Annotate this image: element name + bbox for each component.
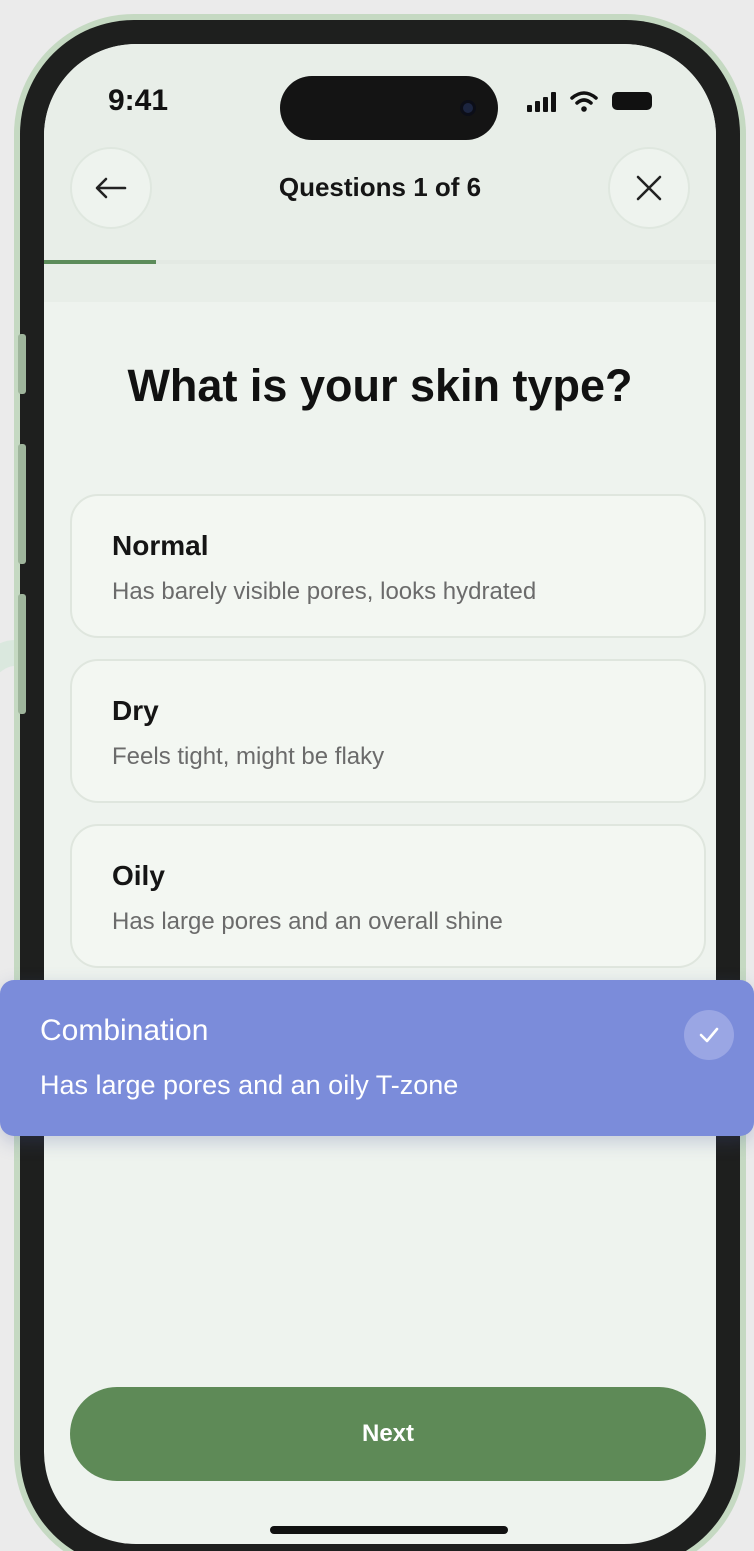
option-combination-selected[interactable]: Combination Has large pores and an oily …: [0, 980, 754, 1136]
option-oily[interactable]: Oily Has large pores and an overall shin…: [70, 824, 706, 968]
close-icon: [636, 175, 662, 201]
camera-icon: [460, 100, 476, 116]
option-description: Feels tight, might be flaky: [112, 743, 385, 770]
option-description: Has large pores and an overall shine: [112, 908, 503, 935]
status-icons: [527, 88, 652, 112]
option-normal[interactable]: Normal Has barely visible pores, looks h…: [70, 494, 706, 638]
selected-option-title: Combination: [40, 1014, 209, 1047]
option-description: Has barely visible pores, looks hydrated: [112, 578, 537, 605]
canvas: 9:41 Questions 1 of 6 What is your skin …: [0, 0, 754, 1551]
option-title: Dry: [112, 695, 159, 726]
option-title: Normal: [112, 530, 209, 561]
phone-screen: 9:41 Questions 1 of 6 What is your skin …: [44, 44, 716, 1544]
dynamic-island: [280, 76, 498, 140]
option-dry[interactable]: Dry Feels tight, might be flaky: [70, 659, 706, 803]
phone-frame: 9:41 Questions 1 of 6 What is your skin …: [14, 14, 746, 1551]
progress-bar: [44, 260, 716, 264]
side-button: [18, 444, 26, 564]
next-button[interactable]: Next: [70, 1387, 706, 1481]
status-time: 9:41: [108, 84, 169, 117]
side-button: [18, 594, 26, 714]
phone-bezel: 9:41 Questions 1 of 6 What is your skin …: [20, 20, 740, 1551]
battery-icon: [612, 92, 652, 110]
selected-option-description: Has large pores and an oily T-zone: [40, 1070, 459, 1100]
home-indicator[interactable]: [270, 1526, 508, 1534]
progress-fill: [44, 260, 157, 264]
close-button[interactable]: [608, 147, 690, 229]
question-title: What is your skin type?: [127, 360, 633, 411]
option-title: Oily: [112, 860, 165, 891]
signal-icon: [527, 92, 556, 112]
side-button: [18, 334, 26, 394]
check-icon: [684, 1010, 734, 1060]
wifi-icon: [570, 91, 598, 112]
